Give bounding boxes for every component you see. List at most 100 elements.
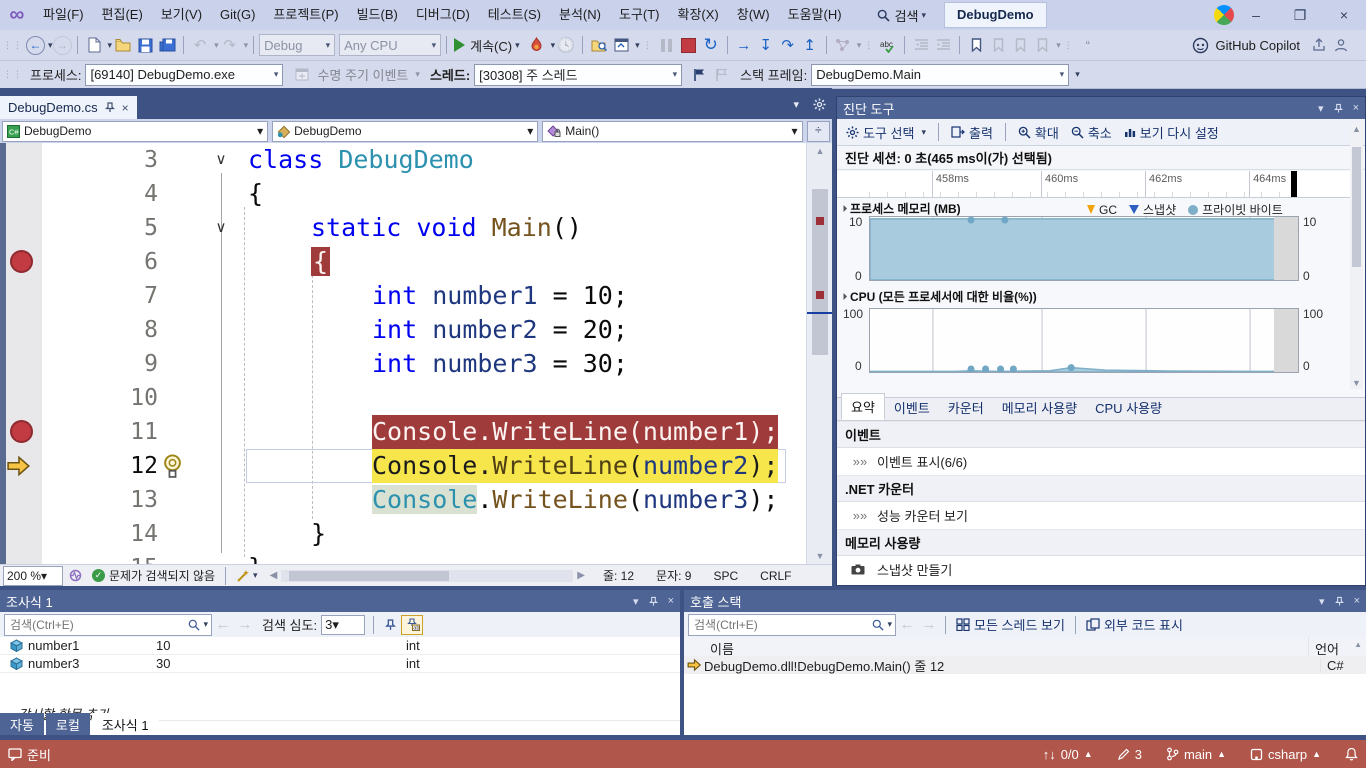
search-dropdown[interactable]: ▾ [887, 619, 892, 630]
notifications-button[interactable] [1345, 747, 1358, 761]
scroll-down-icon[interactable]: ▼ [1350, 378, 1363, 388]
lifecycle-events-icon[interactable] [291, 64, 313, 86]
code-line[interactable]: 4{ [0, 177, 832, 211]
pin-icon[interactable] [105, 102, 115, 113]
callstack-search[interactable]: ▾ [688, 614, 896, 636]
timeline-ruler[interactable]: 458ms460ms462ms464ms [837, 171, 1351, 198]
bookmark-icon[interactable] [965, 34, 987, 56]
cpu-section-header[interactable]: CPU (모든 프로세서에 대한 비율(%)) [841, 288, 1037, 305]
code-line[interactable]: 5∨static void Main() [0, 211, 832, 245]
bottom-tab-로컬[interactable]: 로컬 [46, 713, 90, 735]
depth-select[interactable]: 3▾ [321, 615, 365, 635]
memory-chart[interactable] [869, 216, 1299, 281]
scroll-up-icon[interactable]: ▲ [807, 146, 832, 156]
diag-tab-2[interactable]: 이벤트 [885, 395, 939, 420]
sync-status[interactable]: ↑↓ 0/0▲ [1043, 747, 1093, 762]
output-button[interactable]: 출력 [946, 121, 998, 143]
open-file-icon[interactable] [112, 34, 134, 56]
code-line[interactable]: 7int number1 = 10; [0, 279, 832, 313]
select-tools-button[interactable]: 도구 선택▾ [841, 121, 931, 143]
clear-bookmarks-icon[interactable] [1031, 34, 1053, 56]
zoom-select[interactable]: 200 %▾ [3, 566, 63, 586]
repo-indicator[interactable]: csharp▲ [1250, 747, 1321, 762]
decrease-indent-icon[interactable] [910, 34, 932, 56]
search-button[interactable]: 검색 ▾ [877, 6, 926, 25]
pin-icon[interactable] [1335, 596, 1344, 607]
diagnostics-scrollbar[interactable]: ▲ ▼ [1350, 123, 1363, 389]
new-file-icon[interactable] [83, 34, 105, 56]
editor-horizontal-scrollbar[interactable] [281, 570, 573, 582]
platform-select[interactable]: Any CPU▾ [339, 34, 441, 56]
feedback-button[interactable]: 준비 [8, 745, 51, 764]
editor-vertical-scrollbar[interactable]: ▲ ▼ [806, 143, 832, 564]
code-map-icon[interactable] [832, 34, 854, 56]
navigate-back-icon[interactable]: ← [26, 36, 45, 55]
menu-item[interactable]: Git(G) [211, 0, 264, 30]
menu-item[interactable]: 디버그(D) [407, 0, 479, 30]
code-line[interactable]: 14} [0, 517, 832, 551]
save-all-icon[interactable] [156, 34, 178, 56]
split-editor-handle[interactable]: ÷ [807, 121, 831, 142]
watch-search-input[interactable] [8, 617, 188, 633]
close-icon[interactable]: × [1353, 102, 1359, 114]
solution-config-select[interactable]: Debug▾ [259, 34, 335, 56]
reset-view-button[interactable]: 보기 다시 설정 [1119, 121, 1224, 143]
pending-edits[interactable]: 3 [1117, 747, 1142, 762]
zoom-in-button[interactable]: 확대 [1013, 121, 1064, 143]
find-in-files-icon[interactable] [588, 34, 610, 56]
menu-item[interactable]: 편집(E) [93, 0, 152, 30]
summary-link[interactable]: »»성능 카운터 보기 [837, 502, 1365, 529]
navigate-back-dropdown[interactable]: ▾ [48, 40, 53, 51]
nav-type-select[interactable]: DebugDemo▾ [272, 121, 538, 142]
bottom-tab-조사식 1[interactable]: 조사식 1 [92, 713, 159, 735]
code-line[interactable]: 8int number2 = 20; [0, 313, 832, 347]
pin-icon[interactable] [1334, 103, 1343, 114]
summary-link[interactable]: »»이벤트 표시(6/6) [837, 448, 1365, 475]
line-indicator[interactable]: 줄: 12 [603, 567, 634, 584]
menu-item[interactable]: 프로젝트(P) [264, 0, 347, 30]
thread-select[interactable]: [30308] 주 스레드▾ [474, 64, 682, 86]
tab-debugdemo-cs[interactable]: DebugDemo.cs × [0, 96, 137, 119]
account-icon[interactable] [1330, 34, 1352, 56]
code-line[interactable]: 11Console.WriteLine(number1); [0, 415, 832, 449]
menu-item[interactable]: 도움말(H) [779, 0, 851, 30]
nav-project-select[interactable]: C# DebugDemo▾ [2, 121, 268, 142]
scrollbar-thumb[interactable] [812, 189, 828, 355]
callstack-frame-row[interactable]: DebugDemo.dll!DebugDemo.Main() 줄 12C# [684, 656, 1366, 674]
editor-options-gear-icon[interactable] [813, 98, 826, 111]
tab-list-dropdown[interactable]: ▾ [793, 98, 799, 111]
code-line[interactable]: 6{ [0, 245, 832, 279]
stack-frame-select[interactable]: DebugDemo.Main▾ [811, 64, 1069, 86]
window-dropdown-icon[interactable]: ▾ [1319, 595, 1325, 608]
minimize-button[interactable]: – [1234, 0, 1278, 30]
window-dropdown-icon[interactable]: ▾ [633, 595, 639, 608]
code-line[interactable]: 15} [0, 551, 832, 564]
redo-dropdown[interactable]: ▾ [244, 40, 249, 51]
menu-item[interactable]: 도구(T) [610, 0, 669, 30]
fold-collapse-icon[interactable]: ∨ [206, 143, 236, 177]
search-dropdown[interactable]: ▾ [203, 619, 208, 630]
close-icon[interactable]: × [1354, 595, 1360, 607]
health-indicator-icon[interactable] [69, 569, 82, 582]
hscroll-left-icon[interactable]: ◀ [270, 570, 278, 581]
process-select[interactable]: [69140] DebugDemo.exe▾ [85, 64, 283, 86]
tab-close-icon[interactable]: × [122, 101, 129, 115]
save-icon[interactable] [134, 34, 156, 56]
solution-badge[interactable]: DebugDemo [944, 2, 1047, 28]
menu-item[interactable]: 빌드(B) [348, 0, 407, 30]
code-line[interactable]: 3∨class DebugDemo [0, 143, 832, 177]
copilot-area[interactable]: GitHub Copilot [1192, 34, 1352, 56]
lightbulb-icon[interactable] [160, 453, 185, 480]
restart-button[interactable]: ↻ [700, 34, 722, 56]
branch-indicator[interactable]: main▲ [1166, 747, 1226, 762]
scroll-down-icon[interactable]: ▼ [807, 551, 832, 561]
nav-member-select[interactable]: Main()▾ [542, 121, 802, 142]
flag-filled-icon[interactable] [688, 64, 710, 86]
step-into-button[interactable]: ↧ [755, 34, 777, 56]
hot-reload-icon[interactable] [526, 34, 548, 56]
watch-row[interactable]: number110int [0, 637, 680, 655]
undo-icon[interactable]: ↶ [189, 34, 211, 56]
callstack-titlebar[interactable]: 호출 스택 ▾ × [684, 590, 1366, 612]
navigate-forward-icon[interactable]: → [53, 36, 72, 55]
diag-tab-5[interactable]: CPU 사용량 [1086, 395, 1171, 420]
